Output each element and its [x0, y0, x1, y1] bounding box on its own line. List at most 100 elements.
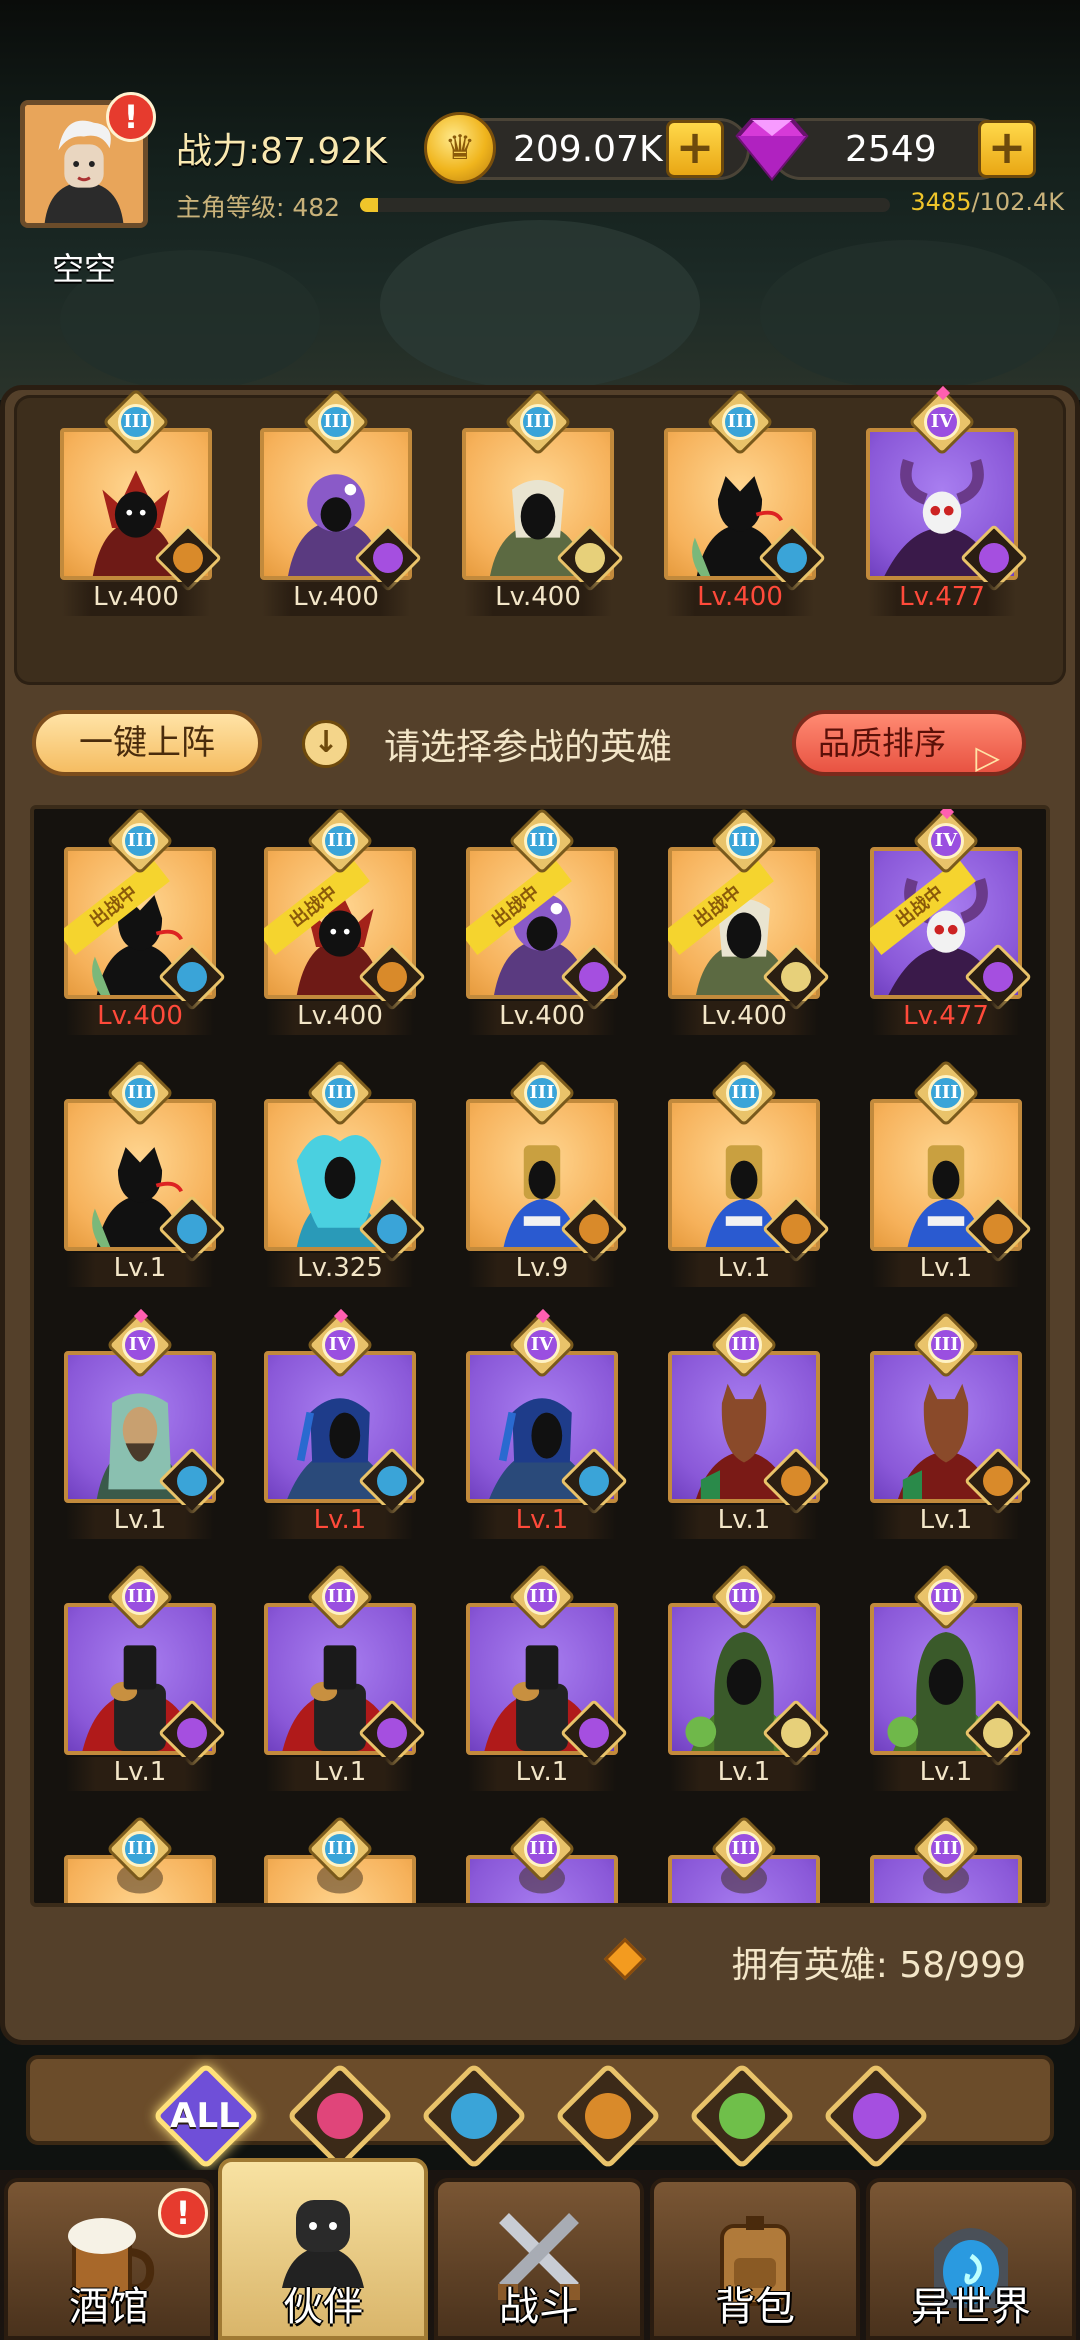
roster-hero-card[interactable]: 出战中 III Lv.400	[462, 809, 628, 1039]
demon-faction-icon[interactable]	[820, 2060, 930, 2170]
faction-face	[173, 543, 203, 573]
faction-face	[983, 1214, 1013, 1244]
hero-level: Lv.1	[66, 1505, 214, 1539]
tier-label: III	[928, 1327, 964, 1363]
roster-hero-card[interactable]: III	[60, 1815, 220, 1903]
faction-face	[781, 1214, 811, 1244]
roster-hero-card[interactable]: IV Lv.1	[60, 1308, 226, 1543]
auto-deploy-button[interactable]: 一键上阵	[32, 710, 262, 776]
tier-label: III	[726, 1831, 762, 1867]
lineup-hero-card[interactable]: III Lv.400	[458, 388, 624, 620]
roster-hero-card[interactable]: 出战中 III Lv.400	[664, 809, 830, 1039]
tier-label: III	[928, 1831, 964, 1867]
rank-badge: IV	[306, 1308, 374, 1379]
elf-faction-icon[interactable]	[686, 2060, 796, 2170]
rank-badge: III	[508, 1563, 576, 1631]
gold-amount: 209.07K	[513, 129, 663, 170]
faction-face	[781, 1718, 811, 1748]
roster-hero-card[interactable]: III Lv.1	[866, 1563, 1032, 1795]
nav-portal[interactable]: 异世界	[866, 2178, 1076, 2340]
roster-hero-card[interactable]: 出战中 IV Lv.477	[866, 809, 1032, 1039]
play-arrow-icon: ▷	[975, 738, 1000, 776]
tier-label: III	[928, 1579, 964, 1615]
hero-level: Lv.400	[66, 1001, 214, 1035]
partner-icon	[282, 2200, 364, 2288]
roster-hero-card[interactable]: III Lv.1	[664, 1563, 830, 1795]
faction-tab-face	[317, 2093, 363, 2139]
rank-badge: III	[106, 809, 174, 875]
faction-face	[777, 543, 807, 573]
hero-level: Lv.400	[468, 1001, 616, 1035]
nav-partner[interactable]: 伙伴	[218, 2158, 428, 2340]
lineup-hero-card[interactable]: III Lv.400	[256, 388, 422, 620]
roster-hero-card[interactable]: III Lv.1	[462, 1563, 628, 1795]
nav-crossed-swords[interactable]: 战斗	[434, 2178, 644, 2340]
roster-hero-card[interactable]: III Lv.1	[60, 1563, 226, 1795]
roster-hero-card[interactable]: III Lv.1	[664, 1059, 830, 1291]
faction-face	[177, 1466, 207, 1496]
hero-level: Lv.1	[66, 1253, 214, 1287]
nav-tavern-mug[interactable]: 酒馆!	[4, 2178, 214, 2340]
faction-face	[377, 962, 407, 992]
add-gold-button[interactable]: +	[666, 120, 724, 178]
roster-hero-card[interactable]: III Lv.1	[866, 1311, 1032, 1543]
hero-level: Lv.325	[266, 1253, 414, 1287]
nav-label: 酒馆	[69, 2284, 149, 2330]
tier-label: III	[726, 1075, 762, 1111]
faction-face	[979, 543, 1009, 573]
gem-amount: 2549	[845, 129, 937, 170]
hero-level: Lv.400	[262, 582, 410, 616]
roster-hero-card[interactable]: III	[664, 1815, 824, 1903]
roster-hero-card[interactable]: III Lv.1	[664, 1311, 830, 1543]
add-gem-button[interactable]: +	[978, 120, 1036, 178]
rank-badge: III	[508, 1815, 576, 1883]
tier-label: III	[322, 1579, 358, 1615]
lion-faction-icon[interactable]	[552, 2060, 662, 2170]
roster-hero-card[interactable]: III Lv.1	[866, 1059, 1032, 1291]
roster-hero-card[interactable]: 出战中 III Lv.400	[60, 809, 226, 1039]
faction-face	[575, 543, 605, 573]
faction-face	[781, 962, 811, 992]
rank-badge: III	[710, 809, 778, 875]
roster-hero-card[interactable]: III	[260, 1815, 420, 1903]
roster-hero-card[interactable]: III Lv.325	[260, 1059, 426, 1291]
lineup-hero-card[interactable]: III Lv.400	[56, 388, 222, 620]
tier-label: IV	[322, 1327, 358, 1363]
rank-badge: III	[306, 1815, 374, 1883]
all-icon[interactable]: ALL	[150, 2060, 260, 2170]
fishman-faction-icon[interactable]	[418, 2060, 528, 2170]
rank-badge: III	[504, 388, 572, 456]
hero-roster[interactable]: 出战中 III Lv.400 出战中 III Lv.400 出战中 III Lv.400 出战中 I…	[30, 805, 1050, 1907]
faction-face	[579, 1718, 609, 1748]
roster-hero-card[interactable]: IV Lv.1	[462, 1308, 628, 1543]
rank-badge: III	[710, 1059, 778, 1127]
owned-heroes: 拥有英雄: 58/999	[0, 1930, 1080, 1990]
roster-hero-card[interactable]: III Lv.1	[260, 1563, 426, 1795]
quality-sort-button[interactable]: 品质排序 ▷	[792, 710, 1026, 776]
faction-face	[377, 1214, 407, 1244]
roster-hero-card[interactable]: IV Lv.1	[260, 1308, 426, 1543]
faction-face	[373, 543, 403, 573]
roster-hero-card[interactable]: III Lv.9	[462, 1059, 628, 1291]
roster-hero-card[interactable]: III	[866, 1815, 1026, 1903]
rank-badge: IV	[908, 385, 976, 456]
tier-label: III	[726, 1327, 762, 1363]
tier-label: III	[322, 1075, 358, 1111]
rank-badge: III	[306, 1563, 374, 1631]
faction-face	[579, 962, 609, 992]
roster-hero-card[interactable]: III Lv.1	[60, 1059, 226, 1291]
rank-badge: III	[302, 388, 370, 456]
sort-label: 品质排序	[818, 724, 947, 762]
lineup-hero-card[interactable]: IV Lv.477	[862, 385, 1028, 620]
helmet-faction-icon[interactable]	[284, 2060, 394, 2170]
hero-level: Lv.477	[868, 582, 1016, 616]
roster-hero-card[interactable]: 出战中 III Lv.400	[260, 809, 426, 1039]
lineup-hero-card[interactable]: III Lv.400	[660, 388, 826, 620]
hero-level: Lv.400	[670, 1001, 818, 1035]
roster-hero-card[interactable]: III	[462, 1815, 622, 1903]
hero-level: Lv.400	[266, 1001, 414, 1035]
rank-badge: IV	[912, 809, 980, 875]
hero-level: Lv.1	[468, 1505, 616, 1539]
nav-backpack[interactable]: 背包	[650, 2178, 860, 2340]
hero-level: Lv.1	[872, 1505, 1020, 1539]
